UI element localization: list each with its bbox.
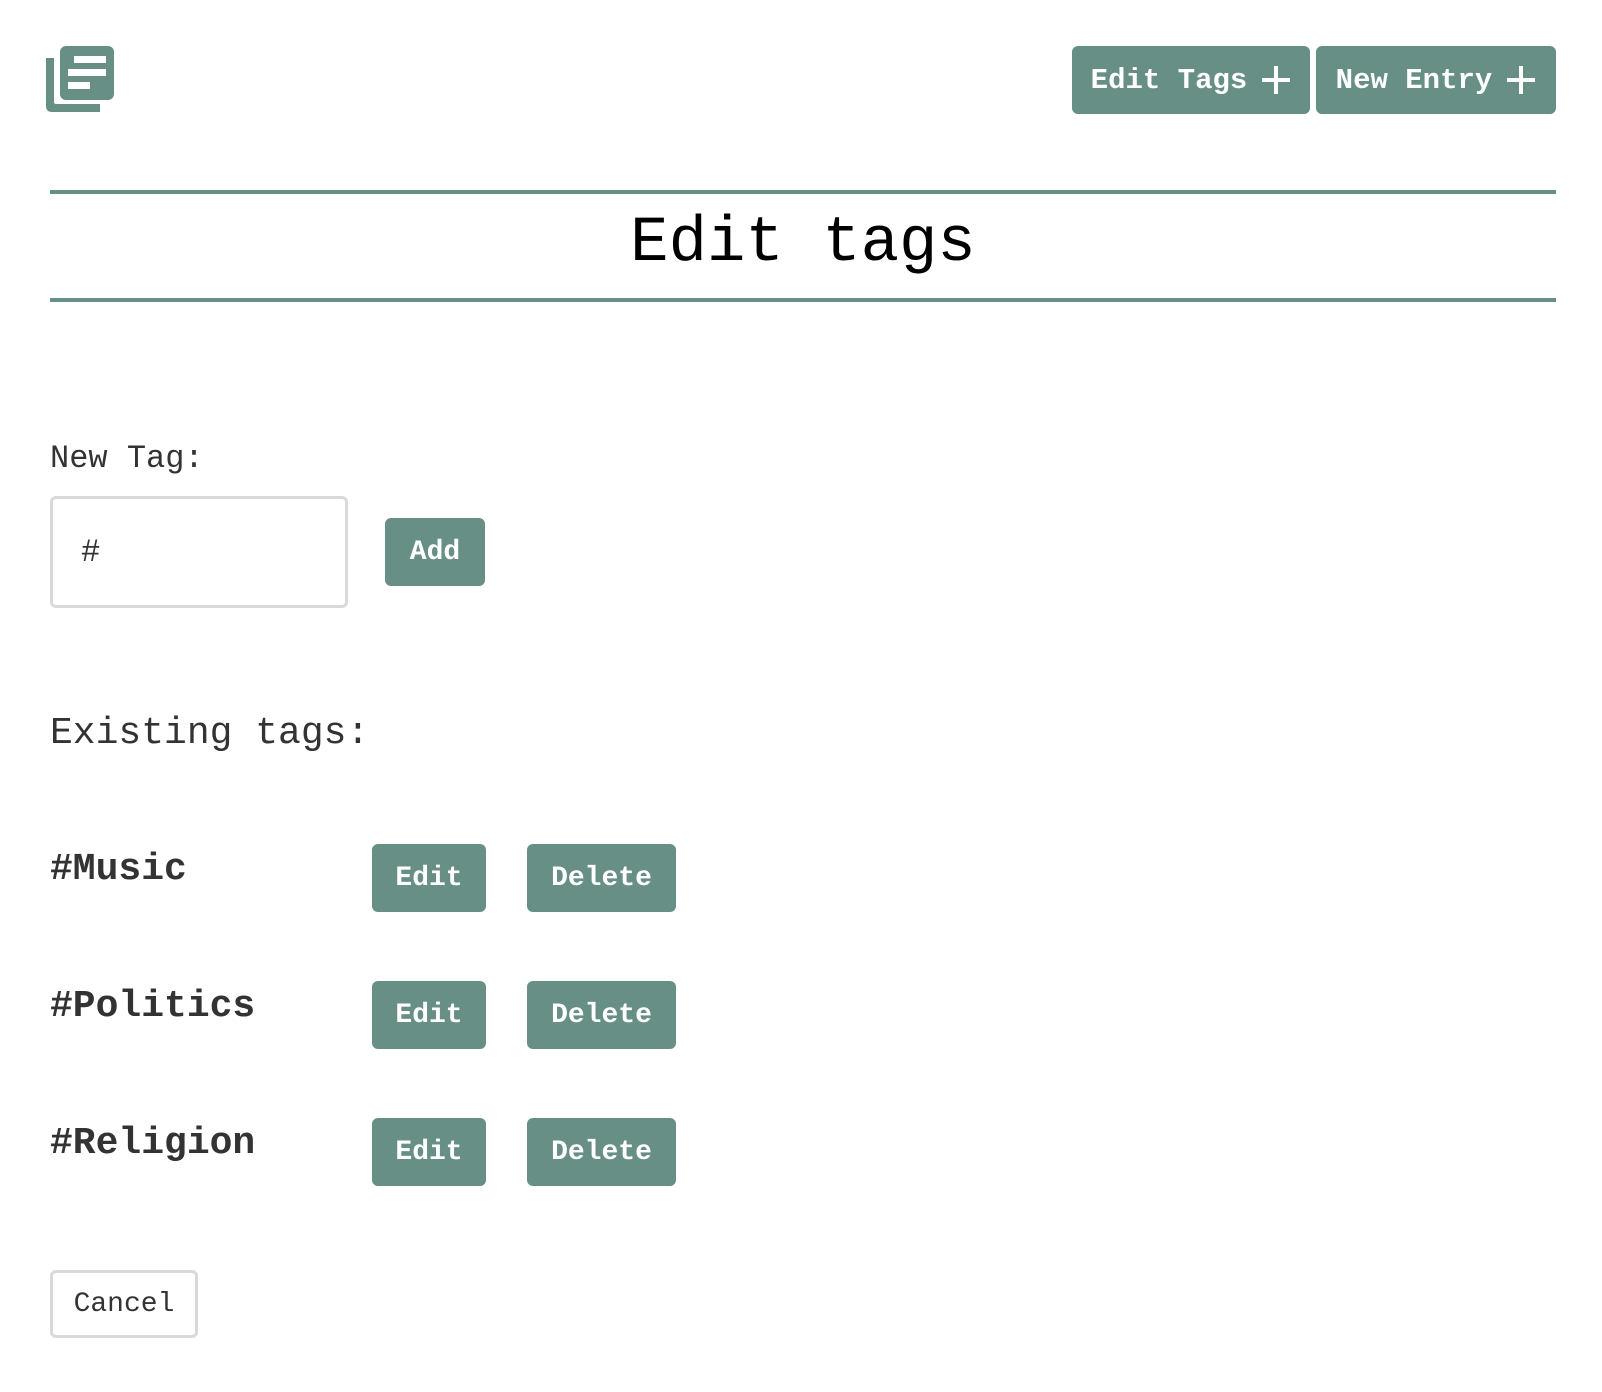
delete-tag-button[interactable]: Delete bbox=[527, 1118, 676, 1186]
plus-icon bbox=[1261, 65, 1291, 95]
new-entry-button[interactable]: New Entry bbox=[1316, 46, 1556, 114]
title-divider-bottom bbox=[50, 298, 1556, 302]
delete-tag-button[interactable]: Delete bbox=[527, 981, 676, 1049]
existing-tags-heading: Existing tags: bbox=[50, 712, 370, 755]
tag-name: #Music bbox=[50, 848, 187, 891]
edit-tag-button[interactable]: Edit bbox=[372, 844, 486, 912]
new-entry-label: New Entry bbox=[1335, 63, 1493, 97]
add-tag-button[interactable]: Add bbox=[385, 518, 485, 586]
page-title: Edit tags bbox=[630, 208, 976, 280]
plus-icon bbox=[1506, 65, 1536, 95]
journal-stack-icon[interactable] bbox=[44, 44, 116, 116]
delete-tag-button[interactable]: Delete bbox=[527, 844, 676, 912]
new-tag-label: New Tag: bbox=[50, 440, 204, 477]
edit-tag-button[interactable]: Edit bbox=[372, 1118, 486, 1186]
edit-tags-label: Edit Tags bbox=[1090, 63, 1248, 97]
edit-tags-button[interactable]: Edit Tags bbox=[1072, 46, 1310, 114]
tag-name: #Politics bbox=[50, 985, 256, 1028]
new-tag-input[interactable] bbox=[50, 496, 348, 608]
title-divider-top bbox=[50, 190, 1556, 194]
edit-tag-button[interactable]: Edit bbox=[372, 981, 486, 1049]
tag-name: #Religion bbox=[50, 1122, 256, 1165]
cancel-button[interactable]: Cancel bbox=[50, 1270, 198, 1338]
